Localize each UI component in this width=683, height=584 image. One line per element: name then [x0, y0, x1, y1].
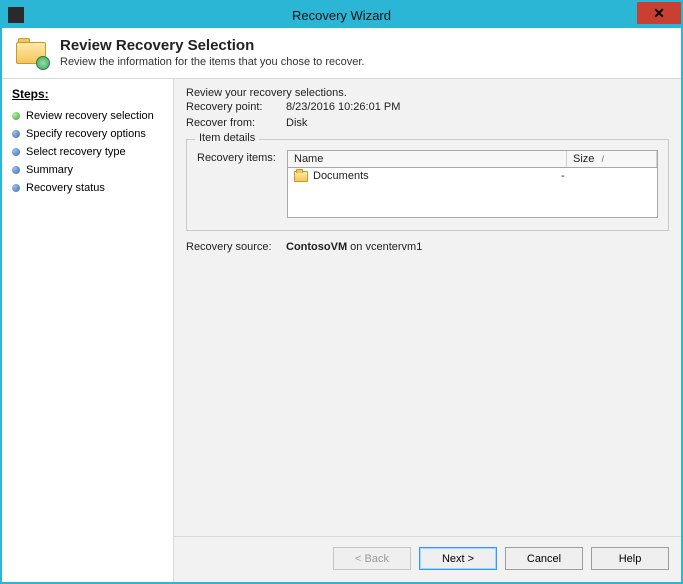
- row-size: -: [561, 170, 651, 182]
- wizard-header: Review Recovery Selection Review the inf…: [2, 28, 681, 78]
- page-title: Review Recovery Selection: [60, 37, 364, 54]
- col-header-size-text: Size: [573, 153, 594, 165]
- recovery-source-value: ContosoVM on vcentervm1: [286, 241, 422, 253]
- steps-heading: Steps:: [12, 87, 165, 101]
- sort-indicator-icon: /: [601, 154, 604, 164]
- steps-sidebar: Steps: Review recovery selection Specify…: [2, 79, 174, 582]
- intro-text: Review your recovery selections.: [186, 87, 669, 99]
- table-header: Name Size /: [288, 151, 657, 168]
- step-bullet-icon: [12, 130, 20, 138]
- titlebar[interactable]: Recovery Wizard ✕: [2, 2, 681, 28]
- step-label: Review recovery selection: [26, 110, 154, 122]
- item-details-group: Item details Recovery items: Name Size /: [186, 139, 669, 231]
- recovery-source-vm: ContosoVM: [286, 241, 347, 253]
- content-pane: Review your recovery selections. Recover…: [174, 79, 681, 582]
- table-row[interactable]: Documents -: [288, 168, 657, 184]
- step-review-recovery-selection[interactable]: Review recovery selection: [10, 107, 165, 125]
- page-subtitle: Review the information for the items tha…: [60, 56, 364, 68]
- col-header-name[interactable]: Name: [288, 151, 567, 167]
- cancel-button[interactable]: Cancel: [505, 547, 583, 570]
- recovery-wizard-window: Recovery Wizard ✕ Review Recovery Select…: [0, 0, 683, 584]
- recover-from-label: Recover from:: [186, 117, 286, 129]
- item-details-legend: Item details: [195, 132, 259, 144]
- back-button[interactable]: < Back: [333, 547, 411, 570]
- folder-recover-icon: [16, 36, 48, 68]
- recovery-point-value: 8/23/2016 10:26:01 PM: [286, 101, 400, 113]
- step-recovery-status[interactable]: Recovery status: [10, 179, 165, 197]
- close-icon: ✕: [653, 5, 665, 22]
- step-bullet-icon: [12, 166, 20, 174]
- step-label: Specify recovery options: [26, 128, 146, 140]
- step-bullet-icon: [12, 112, 20, 120]
- step-bullet-icon: [12, 184, 20, 192]
- step-label: Recovery status: [26, 182, 105, 194]
- recovery-items-table[interactable]: Name Size / Documents -: [287, 150, 658, 218]
- folder-icon: [294, 171, 308, 182]
- wizard-footer: < Back Next > Cancel Help: [174, 536, 681, 582]
- recovery-point-label: Recovery point:: [186, 101, 286, 113]
- step-specify-recovery-options[interactable]: Specify recovery options: [10, 125, 165, 143]
- recover-from-value: Disk: [286, 117, 307, 129]
- close-button[interactable]: ✕: [637, 2, 681, 24]
- col-header-size[interactable]: Size /: [567, 151, 657, 167]
- recovery-source-label: Recovery source:: [186, 241, 286, 253]
- step-label: Summary: [26, 164, 73, 176]
- step-summary[interactable]: Summary: [10, 161, 165, 179]
- help-button[interactable]: Help: [591, 547, 669, 570]
- step-bullet-icon: [12, 148, 20, 156]
- next-button[interactable]: Next >: [419, 547, 497, 570]
- wizard-body: Steps: Review recovery selection Specify…: [2, 79, 681, 582]
- row-name: Documents: [313, 170, 369, 182]
- app-icon: [8, 7, 24, 23]
- window-title: Recovery Wizard: [2, 8, 681, 23]
- step-label: Select recovery type: [26, 146, 126, 158]
- step-select-recovery-type[interactable]: Select recovery type: [10, 143, 165, 161]
- recovery-items-label: Recovery items:: [197, 150, 287, 164]
- recovery-source-host: on vcentervm1: [347, 241, 422, 253]
